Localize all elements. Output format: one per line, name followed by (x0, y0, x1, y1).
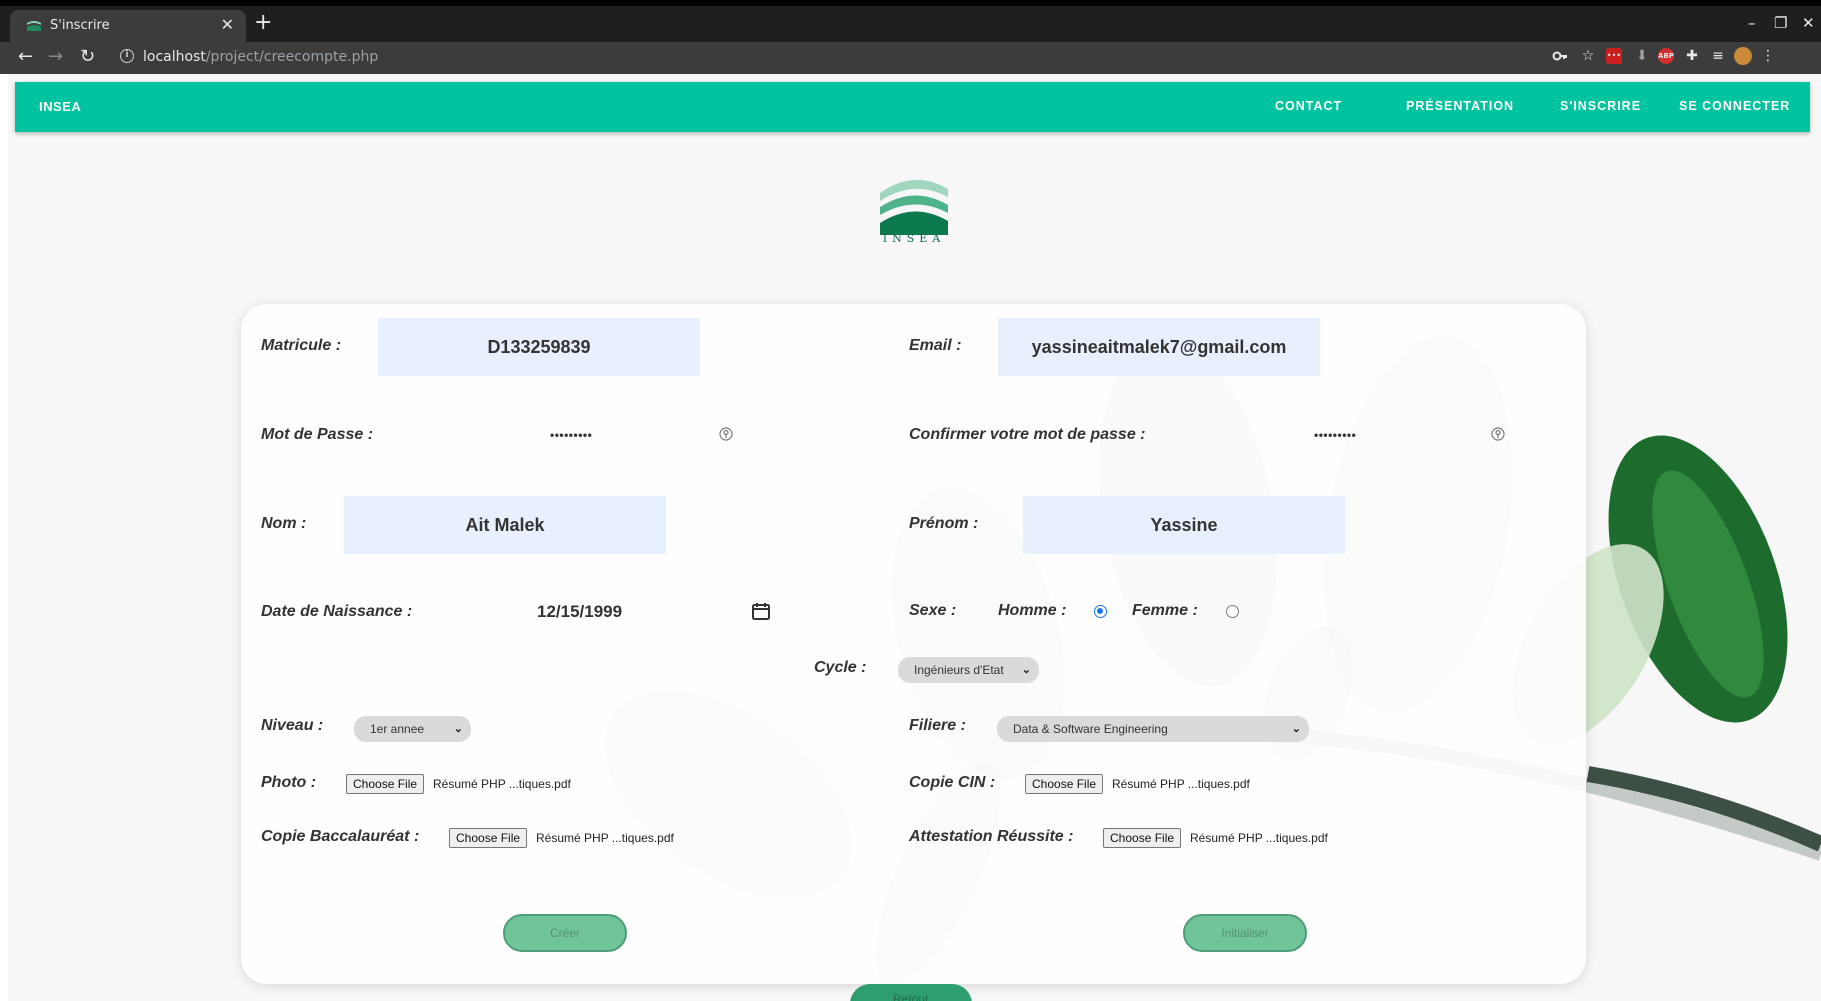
filiere-select-value: Data & Software Engineering (1013, 722, 1168, 736)
photo-choose-file-button[interactable]: Choose File (346, 774, 425, 794)
nav-link-contact[interactable]: CONTACT (1275, 99, 1342, 113)
nom-input[interactable]: Ait Malek (344, 496, 666, 554)
brand-link[interactable]: INSEA (39, 99, 81, 114)
restore-icon[interactable]: ❐ (1774, 14, 1787, 32)
photo-file-name: Résumé PHP ...tiques.pdf (433, 777, 571, 791)
star-icon[interactable]: ☆ (1578, 46, 1598, 66)
attestation-choose-file-button[interactable]: Choose File (1103, 828, 1182, 848)
password-input[interactable]: ••••••••• (550, 428, 592, 442)
back-button[interactable]: Retour (850, 984, 972, 1001)
calendar-icon[interactable] (751, 601, 771, 621)
confirm-password-label: Confirmer votre mot de passe : (909, 426, 1146, 443)
browser-toolbar: ← → ↻ i localhost/project/creecompte.php… (0, 42, 1821, 74)
homme-label: Homme : (998, 602, 1067, 619)
key-icon[interactable] (1552, 48, 1568, 64)
copie-bac-label: Copie Baccalauréat : (261, 828, 420, 845)
info-icon[interactable]: i (120, 49, 134, 63)
email-label: Email : (909, 337, 962, 354)
prenom-label: Prénom : (909, 515, 979, 532)
password-label: Mot de Passe : (261, 426, 374, 443)
profile-avatar[interactable] (1734, 47, 1752, 65)
site-navbar: INSEA CONTACT PRÉSENTATION S'INSCRIRE SE… (15, 82, 1810, 132)
confirm-password-key-icon[interactable] (1491, 427, 1505, 441)
nom-label: Nom : (261, 515, 307, 532)
niveau-select[interactable]: 1er annee ⌄ (354, 716, 471, 742)
femme-radio[interactable] (1226, 605, 1239, 618)
insea-favicon-icon (27, 21, 41, 31)
femme-label: Femme : (1132, 602, 1198, 619)
address-bar[interactable]: i localhost/project/creecompte.php (112, 45, 1532, 71)
chevron-down-icon: ⌄ (453, 723, 463, 735)
homme-radio[interactable] (1094, 605, 1107, 618)
matricule-input[interactable]: D133259839 (378, 318, 700, 376)
nav-link-presentation[interactable]: PRÉSENTATION (1406, 99, 1514, 113)
reload-icon[interactable]: ↻ (80, 46, 95, 67)
niveau-label: Niveau : (261, 717, 324, 734)
puzzle-icon[interactable]: ✚ (1682, 46, 1702, 66)
cin-file-name: Résumé PHP ...tiques.pdf (1112, 777, 1250, 791)
tab-title: S'inscrire (50, 18, 110, 33)
bac-file-name: Résumé PHP ...tiques.pdf (536, 831, 674, 845)
browser-tab[interactable]: S'inscrire ✕ (10, 10, 246, 42)
minimize-icon[interactable]: – (1748, 14, 1756, 32)
extension-lastpass-icon[interactable]: ••• (1606, 48, 1622, 64)
date-naissance-label: Date de Naissance : (261, 603, 413, 620)
cycle-select[interactable]: Ingénieurs d'Etat ⌄ (898, 657, 1039, 683)
signup-form: Matricule : D133259839 Email : yassineai… (241, 304, 1586, 984)
download-icon[interactable]: ⬇ (1632, 46, 1652, 66)
attestation-label: Attestation Réussite : (909, 828, 1074, 845)
filiere-select[interactable]: Data & Software Engineering ⌄ (997, 716, 1309, 742)
media-icon[interactable]: ≡ (1708, 46, 1728, 66)
logo-text: INSEA (882, 232, 946, 245)
browser-tab-bar: S'inscrire ✕ + – ❐ ✕ (0, 0, 1821, 42)
close-window-icon[interactable]: ✕ (1802, 14, 1815, 32)
chevron-down-icon: ⌄ (1021, 664, 1031, 676)
cycle-label: Cycle : (814, 659, 867, 676)
back-icon[interactable]: ← (18, 46, 33, 67)
page: INSEA CONTACT PRÉSENTATION S'INSCRIRE SE… (8, 74, 1821, 1001)
email-input[interactable]: yassineaitmalek7@gmail.com (998, 318, 1320, 376)
forward-icon[interactable]: → (48, 46, 63, 67)
menu-icon[interactable]: ⋮ (1758, 46, 1778, 66)
cin-choose-file-button[interactable]: Choose File (1025, 774, 1104, 794)
nav-link-sinscrire[interactable]: S'INSCRIRE (1560, 99, 1641, 113)
niveau-select-value: 1er annee (370, 722, 425, 736)
copie-cin-label: Copie CIN : (909, 774, 996, 791)
sexe-label: Sexe : (909, 602, 957, 619)
url-text: localhost/project/creecompte.php (143, 49, 379, 65)
create-button[interactable]: Créer (503, 914, 627, 952)
tab-close-icon[interactable]: ✕ (221, 15, 234, 34)
bac-choose-file-button[interactable]: Choose File (449, 828, 528, 848)
attestation-file-name: Résumé PHP ...tiques.pdf (1190, 831, 1328, 845)
new-tab-button[interactable]: + (254, 12, 272, 34)
prenom-input[interactable]: Yassine (1023, 496, 1345, 554)
cycle-select-value: Ingénieurs d'Etat (914, 663, 1004, 677)
matricule-label: Matricule : (261, 337, 342, 354)
nav-link-se-connecter[interactable]: SE CONNECTER (1679, 99, 1790, 113)
photo-label: Photo : (261, 774, 317, 791)
filiere-label: Filiere : (909, 717, 966, 734)
date-naissance-input[interactable]: 12/15/1999 (537, 602, 622, 622)
confirm-password-input[interactable]: ••••••••• (1314, 428, 1356, 442)
chevron-down-icon: ⌄ (1291, 723, 1301, 735)
reset-button[interactable]: Initialiser (1183, 914, 1307, 952)
password-key-icon[interactable] (719, 427, 733, 441)
adblock-icon[interactable]: ABP (1658, 48, 1674, 64)
